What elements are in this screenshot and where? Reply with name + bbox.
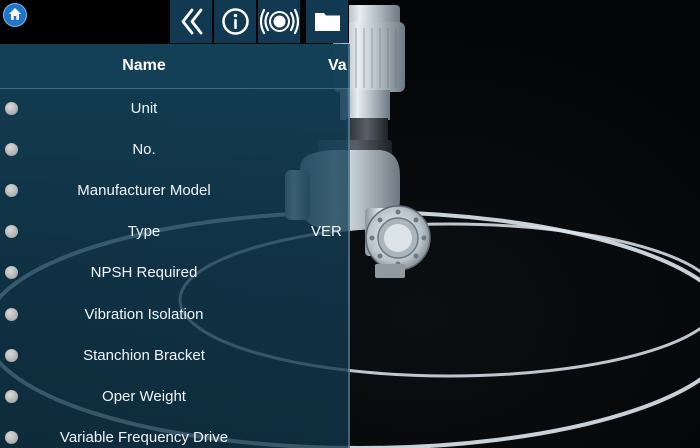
- table-row[interactable]: Unit: [0, 88, 350, 129]
- table-row[interactable]: NPSH Required: [0, 252, 350, 293]
- info-button[interactable]: [214, 0, 257, 43]
- collapse-panel-button[interactable]: [170, 0, 213, 43]
- double-chevron-left-icon: [181, 8, 203, 35]
- row-name: NPSH Required: [90, 264, 198, 281]
- panel-divider[interactable]: [348, 44, 350, 448]
- row-name: Stanchion Bracket: [83, 347, 205, 364]
- row-name: Manufacturer Model: [77, 182, 211, 199]
- table-header: Name Va: [0, 44, 350, 89]
- row-name: Oper Weight: [102, 388, 186, 405]
- column-header-value[interactable]: Va: [328, 44, 347, 88]
- row-name: Unit: [130, 100, 158, 117]
- app-viewport: Name Va Unit No. Manufacturer Model Type…: [0, 0, 700, 448]
- table-row[interactable]: Stanchion Bracket: [0, 335, 350, 376]
- table-row[interactable]: Variable Frequency Drive: [0, 417, 350, 448]
- folder-button[interactable]: [306, 0, 349, 43]
- row-name: Type: [127, 223, 161, 240]
- broadcast-button[interactable]: [258, 0, 301, 43]
- home-button[interactable]: [3, 3, 27, 27]
- home-icon: [9, 8, 21, 20]
- top-bar: [0, 0, 168, 44]
- table-row[interactable]: No.: [0, 129, 350, 170]
- table-row[interactable]: Type VER: [0, 211, 350, 252]
- row-name: No.: [132, 141, 156, 158]
- column-header-name[interactable]: Name: [0, 44, 288, 88]
- broadcast-icon: [259, 8, 300, 35]
- row-name: Variable Frequency Drive: [59, 429, 229, 446]
- table-row[interactable]: Manufacturer Model: [0, 170, 350, 211]
- folder-icon: [315, 13, 340, 31]
- table-row[interactable]: Oper Weight: [0, 376, 350, 417]
- row-value: VER: [311, 223, 342, 240]
- table-row[interactable]: Vibration Isolation: [0, 294, 350, 335]
- properties-panel: Name Va Unit No. Manufacturer Model Type…: [0, 44, 350, 448]
- row-name: Vibration Isolation: [84, 306, 204, 323]
- info-icon: [222, 8, 249, 35]
